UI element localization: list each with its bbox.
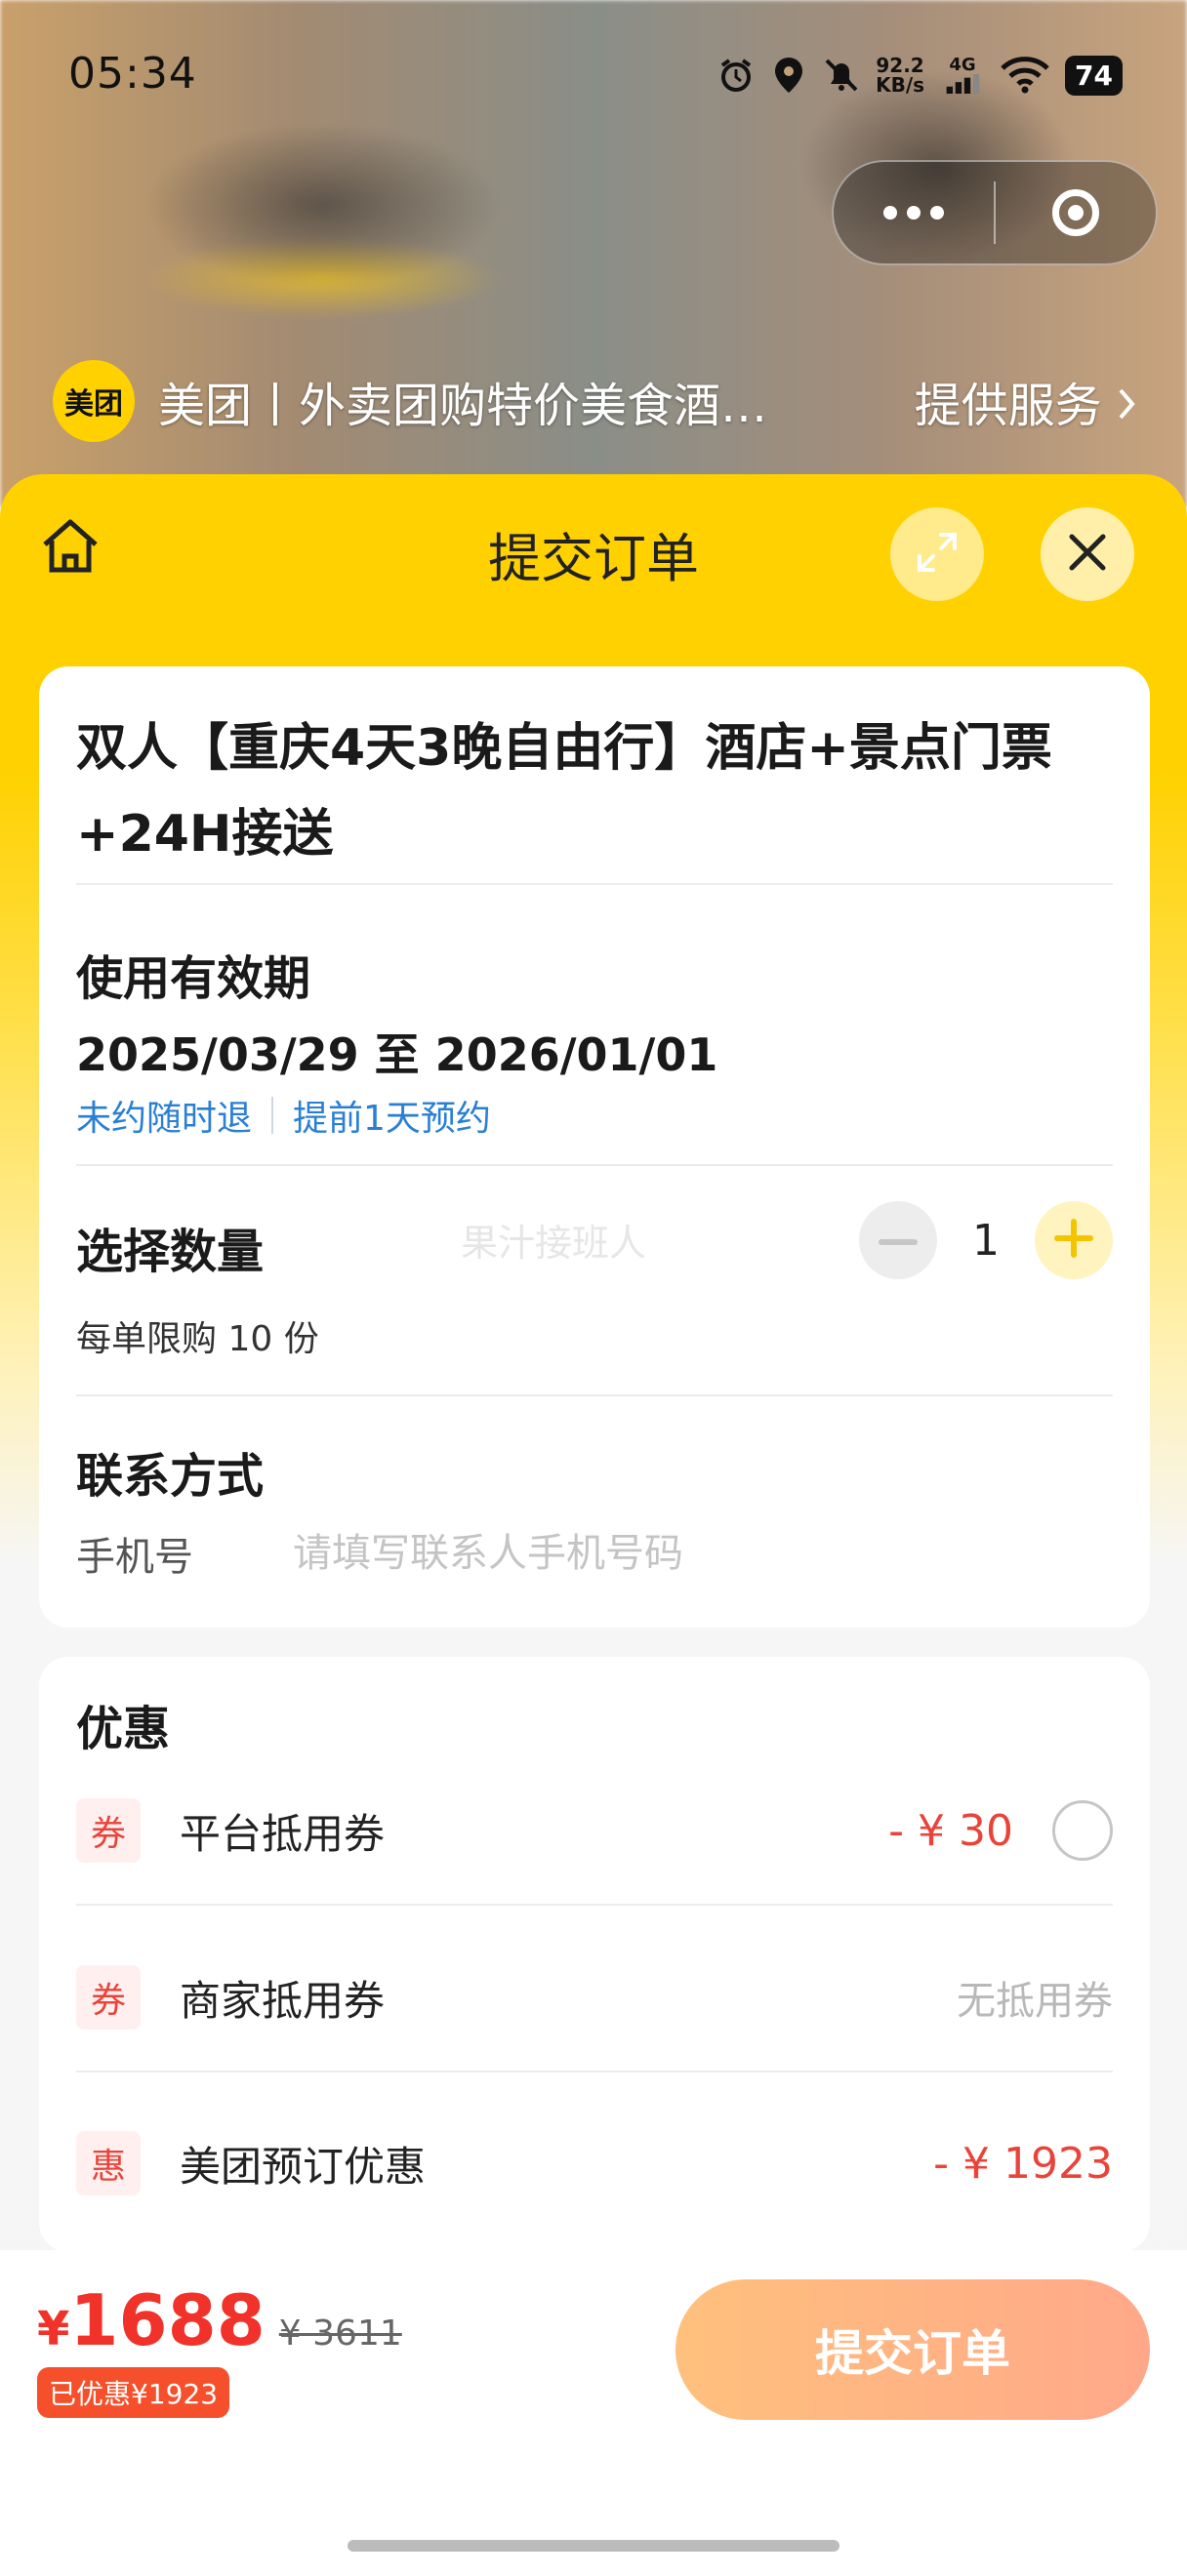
order-info-card: 双人【重庆4天3晚自由行】酒店+景点门票+24H接送 使用有效期 2025/03… <box>39 666 1150 1628</box>
mini-program-capsule <box>832 160 1158 265</box>
meituan-logo: 美团 <box>53 360 135 442</box>
discount-card: 优惠 券 平台抵用券 - ¥ 30 券 商家抵用券 无抵用券 惠 美团预订优惠 … <box>39 1657 1150 2252</box>
divider <box>76 1164 1113 1166</box>
policy-divider <box>271 1097 274 1134</box>
validity-dates: 2025/03/29 至 2026/01/01 <box>76 1028 718 1081</box>
mute-bell-icon <box>823 57 860 94</box>
sheet-title: 提交订单 <box>488 528 699 589</box>
home-indicator[interactable] <box>348 2540 839 2552</box>
chevron-right-icon <box>1117 379 1136 433</box>
mini-program-info-bar[interactable]: 美团 美团丨外卖团购特价美食酒… 提供服务 <box>53 357 1136 445</box>
merchant-coupon-status: 无抵用券 <box>957 1979 1113 2024</box>
expand-icon <box>914 529 961 580</box>
currency-symbol: ¥ <box>37 2302 70 2356</box>
decrease-button[interactable] <box>859 1201 937 1279</box>
expand-button[interactable] <box>890 507 984 601</box>
minus-icon <box>879 1231 918 1250</box>
mini-program-title: 美团丨外卖团购特价美食酒… <box>158 379 768 433</box>
plus-icon <box>1054 1219 1093 1262</box>
more-menu-button[interactable] <box>834 162 994 263</box>
location-icon <box>770 57 807 94</box>
platform-coupon-row[interactable]: 券 平台抵用券 - ¥ 30 <box>76 1777 1113 1884</box>
original-price: ¥ 3611 <box>278 2314 402 2354</box>
battery-indicator: 74 <box>1065 55 1123 96</box>
coupon-tag: 券 <box>76 1798 141 1863</box>
target-icon <box>1052 189 1099 236</box>
policy-tags: 未约随时退 提前1天预约 <box>76 1090 491 1141</box>
merchant-coupon-row[interactable]: 券 商家抵用券 无抵用券 <box>76 1944 1113 2051</box>
watermark-text: 果汁接班人 <box>461 1222 647 1265</box>
provide-service-link[interactable]: 提供服务 <box>915 367 1136 435</box>
checkout-footer: ¥ 1688 ¥ 3611 已优惠¥1923 提交订单 <box>0 2250 1187 2576</box>
total-price: ¥ 1688 ¥ 3611 <box>37 2279 402 2361</box>
quantity-stepper: 1 <box>859 1201 1113 1279</box>
phone-input[interactable] <box>293 1531 976 1576</box>
discount-label: 优惠 <box>76 1702 171 1756</box>
booking-discount-row: 惠 美团预订优惠 - ¥ 1923 <box>76 2110 1113 2217</box>
contact-label: 联系方式 <box>76 1449 265 1504</box>
more-dots-icon <box>883 206 944 220</box>
status-time: 05:34 <box>68 49 197 99</box>
purchase-limit: 每单限购 10 份 <box>76 1319 319 1359</box>
merchant-coupon-label: 商家抵用券 <box>180 1976 386 2025</box>
price-value: 1688 <box>69 2279 266 2361</box>
platform-coupon-label: 平台抵用券 <box>180 1809 386 1858</box>
divider <box>76 1394 1113 1396</box>
platform-coupon-amount: - ¥ 30 <box>888 1805 1013 1856</box>
status-icons: 92.2 KB/s 4G 74 <box>717 51 1123 100</box>
wifi-icon <box>1001 57 1049 94</box>
phone-row: 手机号 <box>76 1525 976 1582</box>
alarm-icon <box>717 57 755 94</box>
close-button[interactable] <box>1041 507 1134 601</box>
booking-discount-label: 美团预订优惠 <box>180 2142 427 2191</box>
product-title: 双人【重庆4天3晚自由行】酒店+景点门票+24H接送 <box>76 719 1052 864</box>
phone-label: 手机号 <box>76 1535 193 1580</box>
coupon-tag: 券 <box>76 1965 141 2030</box>
booking-policy: 提前1天预约 <box>293 1099 491 1139</box>
status-bar: 05:34 92.2 KB/s 4G 74 <box>0 0 1187 146</box>
close-icon <box>1066 531 1109 578</box>
refund-policy: 未约随时退 <box>76 1099 253 1139</box>
quantity-value: 1 <box>972 1215 1000 1266</box>
discount-tag: 惠 <box>76 2131 141 2195</box>
divider <box>76 2071 1113 2073</box>
validity-label: 使用有效期 <box>76 951 311 1006</box>
increase-button[interactable] <box>1035 1201 1113 1279</box>
platform-coupon-radio[interactable] <box>1052 1800 1113 1861</box>
divider <box>76 883 1113 885</box>
booking-discount-amount: - ¥ 1923 <box>933 2138 1113 2189</box>
saved-badge: 已优惠¥1923 <box>37 2367 230 2418</box>
quantity-label: 选择数量 <box>76 1225 265 1279</box>
exit-mini-program-button[interactable] <box>996 162 1156 263</box>
network-speed: 92.2 KB/s <box>876 54 925 97</box>
cellular-signal-icon: 4G <box>940 57 985 94</box>
submit-order-button[interactable]: 提交订单 <box>675 2279 1150 2420</box>
divider <box>76 1904 1113 1906</box>
sheet-header: 提交订单 <box>0 474 1187 630</box>
